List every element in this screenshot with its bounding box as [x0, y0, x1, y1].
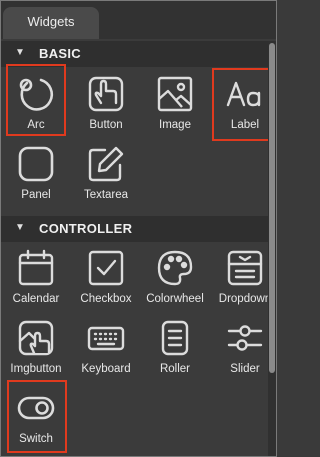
collapse-caret-icon[interactable]: ▼ [15, 47, 25, 58]
widget-label: Calendar [12, 293, 60, 305]
widget-textarea[interactable]: Textarea [75, 137, 137, 203]
widget-label: Slider [230, 363, 260, 375]
section-title: CONTROLLER [39, 221, 133, 236]
widget-colorwheel[interactable]: Colorwheel [144, 241, 206, 307]
tab-widgets[interactable]: Widgets [3, 7, 99, 39]
widget-label: Colorwheel [146, 293, 204, 305]
switch-icon [17, 389, 55, 427]
widget-image[interactable]: Image [144, 67, 206, 133]
calendar-icon [17, 249, 55, 287]
widget-label: Button [89, 119, 123, 131]
widget-imgbutton[interactable]: Imgbutton [5, 311, 67, 377]
widget-calendar[interactable]: Calendar [5, 241, 67, 307]
widget-label: Image [159, 119, 191, 131]
widget-arc[interactable]: Arc [5, 67, 67, 133]
edit-pencil-icon [87, 145, 125, 183]
image-button-icon [17, 319, 55, 357]
roller-icon [156, 319, 194, 357]
widget-slider[interactable]: Slider [214, 311, 276, 377]
vertical-scrollbar[interactable] [268, 41, 276, 456]
widget-label: Switch [19, 433, 53, 445]
widget-label: Imgbutton [10, 363, 62, 375]
keyboard-icon [87, 319, 125, 357]
label-text-icon [226, 75, 264, 113]
widget-label: Panel [21, 189, 51, 201]
dropdown-icon [226, 249, 264, 287]
slider-icon [226, 319, 264, 357]
widget-label: Checkbox [80, 293, 132, 305]
section-header-basic[interactable]: ▼ BASIC [1, 41, 268, 67]
widget-label: Keyboard [81, 363, 131, 375]
widget-label: Textarea [83, 189, 129, 201]
scroll-thumb[interactable] [269, 43, 275, 373]
widget-panel[interactable]: Panel [5, 137, 67, 203]
widget-label: Label [230, 119, 260, 131]
widget-switch[interactable]: Switch [5, 381, 67, 447]
widget-checkbox[interactable]: Checkbox [75, 241, 137, 307]
hand-pointer-icon [87, 75, 125, 113]
section-header-controller[interactable]: ▼ CONTROLLER [1, 216, 268, 242]
widgets-panel: Widgets ▼ BASIC Arc Button Image Label P… [0, 0, 277, 457]
widget-label: Roller [159, 363, 191, 375]
image-icon [156, 75, 194, 113]
arc-icon [17, 75, 55, 113]
widget-label: Arc [27, 119, 45, 131]
section-title: BASIC [39, 46, 81, 61]
widget-dropdown[interactable]: Dropdown [214, 241, 276, 307]
collapse-caret-icon[interactable]: ▼ [15, 222, 25, 233]
palette-icon [156, 249, 194, 287]
checkbox-icon [87, 249, 125, 287]
panel-icon [17, 145, 55, 183]
widget-button[interactable]: Button [75, 67, 137, 133]
widget-label: Dropdown [218, 293, 272, 305]
tab-bar: Widgets [1, 1, 276, 39]
widget-keyboard[interactable]: Keyboard [75, 311, 137, 377]
widget-label-item[interactable]: Label [214, 67, 276, 133]
widget-roller[interactable]: Roller [144, 311, 206, 377]
